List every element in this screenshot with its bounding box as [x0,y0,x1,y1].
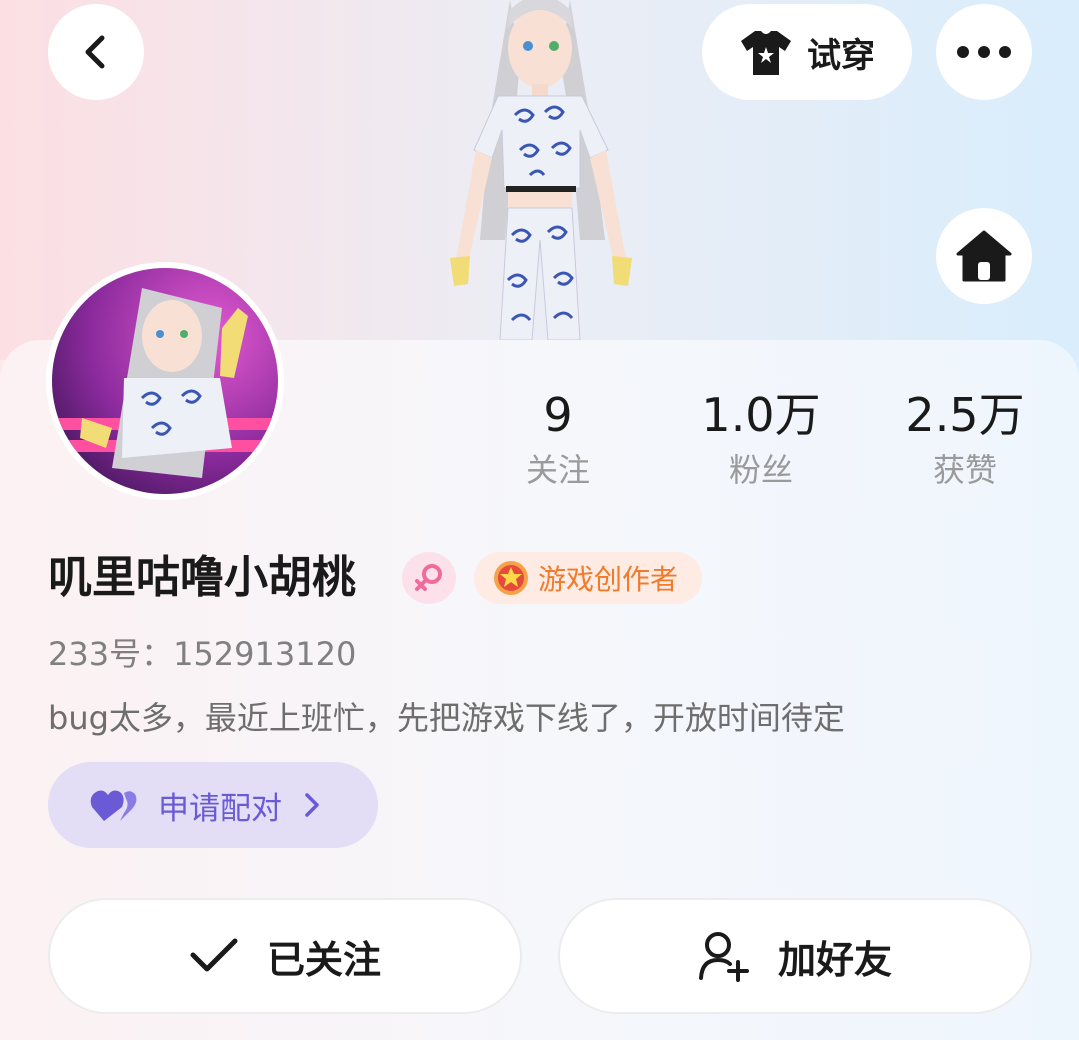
try-on-button[interactable]: 试穿 [702,4,912,100]
tshirt-icon [741,31,791,75]
more-horizontal-icon [957,46,1011,58]
back-button[interactable] [48,4,144,100]
character-figure [450,0,632,340]
followed-label: 已关注 [266,937,381,982]
home-icon [956,230,1012,282]
stat-followers[interactable]: 1.0万 粉丝 [671,388,851,494]
stat-likes[interactable]: 2.5万 获赞 [875,388,1055,494]
try-on-label: 试穿 [807,35,875,76]
creator-badge-label: 游戏创作者 [538,563,679,596]
add-friend-button[interactable]: 加好友 [558,898,1032,1014]
check-icon [190,938,238,972]
medal-star-icon [494,561,528,595]
gender-badge [402,552,456,604]
add-user-icon [698,932,749,982]
user-id: 233号：152913120 [48,635,357,673]
stat-value: 9 [543,388,573,442]
chevron-right-icon [305,793,319,817]
creator-badge[interactable]: 游戏创作者 [474,552,702,604]
user-name: 叽里咕噜小胡桃 [48,552,356,603]
stat-value: 2.5万 [905,388,1025,442]
user-bio: bug太多，最近上班忙，先把游戏下线了，开放时间待定 [48,699,845,737]
add-friend-label: 加好友 [777,937,892,982]
avatar[interactable] [46,262,284,500]
home-button[interactable] [936,208,1032,304]
stat-following[interactable]: 9 关注 [468,388,648,494]
more-button[interactable] [936,4,1032,100]
stat-label: 粉丝 [728,451,793,489]
avatar-image [52,268,278,494]
stat-label: 获赞 [932,451,997,489]
female-icon [415,564,442,591]
chevron-left-icon [85,35,105,69]
heart-pair-icon [90,790,137,821]
apply-pair-label: 申请配对 [158,790,282,827]
stat-value: 1.0万 [701,388,821,442]
apply-pair-button[interactable]: 申请配对 [48,762,378,848]
stat-label: 关注 [525,451,590,489]
followed-button[interactable]: 已关注 [48,898,522,1014]
